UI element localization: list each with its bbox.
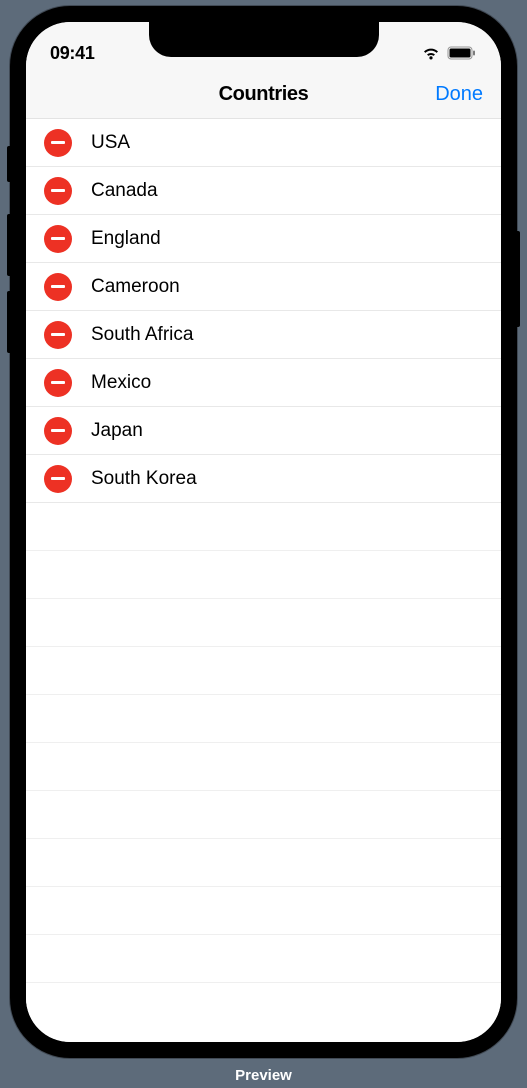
- list-item-empty: [26, 647, 501, 695]
- power-button: [515, 231, 520, 327]
- delete-icon[interactable]: [44, 177, 72, 205]
- list-item[interactable]: England: [26, 215, 501, 263]
- list-item[interactable]: Cameroon: [26, 263, 501, 311]
- country-label: USA: [91, 132, 130, 154]
- country-label: South Africa: [91, 324, 193, 346]
- list-item-empty: [26, 551, 501, 599]
- preview-label: Preview: [235, 1067, 292, 1084]
- list-item[interactable]: Canada: [26, 167, 501, 215]
- country-label: South Korea: [91, 468, 197, 490]
- list-item-empty: [26, 503, 501, 551]
- list-item[interactable]: Japan: [26, 407, 501, 455]
- delete-icon[interactable]: [44, 129, 72, 157]
- list-item-empty: [26, 935, 501, 983]
- list-item-empty: [26, 695, 501, 743]
- list-item-empty: [26, 743, 501, 791]
- mute-switch: [7, 146, 12, 182]
- list-item-empty: [26, 599, 501, 647]
- battery-icon: [447, 46, 477, 60]
- volume-up: [7, 214, 12, 276]
- country-label: Canada: [91, 180, 158, 202]
- status-icons: [421, 46, 477, 61]
- delete-icon[interactable]: [44, 417, 72, 445]
- status-time: 09:41: [50, 43, 95, 64]
- delete-icon[interactable]: [44, 273, 72, 301]
- delete-icon[interactable]: [44, 225, 72, 253]
- list-item-empty: [26, 839, 501, 887]
- list-item-empty: [26, 791, 501, 839]
- list-item[interactable]: USA: [26, 119, 501, 167]
- countries-list[interactable]: USA Canada England Cameroon South Africa Mexi…: [26, 119, 501, 1042]
- screen: 09:41 Countries Done: [26, 22, 501, 1042]
- country-label: Cameroon: [91, 276, 180, 298]
- notch: [149, 22, 379, 57]
- country-label: Japan: [91, 420, 143, 442]
- device-frame: 09:41 Countries Done: [10, 6, 517, 1058]
- list-item[interactable]: South Africa: [26, 311, 501, 359]
- list-item[interactable]: South Korea: [26, 455, 501, 503]
- delete-icon[interactable]: [44, 321, 72, 349]
- page-title: Countries: [219, 83, 309, 106]
- list-item-empty: [26, 887, 501, 935]
- nav-bar: Countries Done: [26, 70, 501, 119]
- volume-down: [7, 291, 12, 353]
- done-button[interactable]: Done: [435, 83, 483, 106]
- delete-icon[interactable]: [44, 369, 72, 397]
- delete-icon[interactable]: [44, 465, 72, 493]
- wifi-icon: [421, 46, 441, 61]
- country-label: England: [91, 228, 161, 250]
- list-item[interactable]: Mexico: [26, 359, 501, 407]
- country-label: Mexico: [91, 372, 151, 394]
